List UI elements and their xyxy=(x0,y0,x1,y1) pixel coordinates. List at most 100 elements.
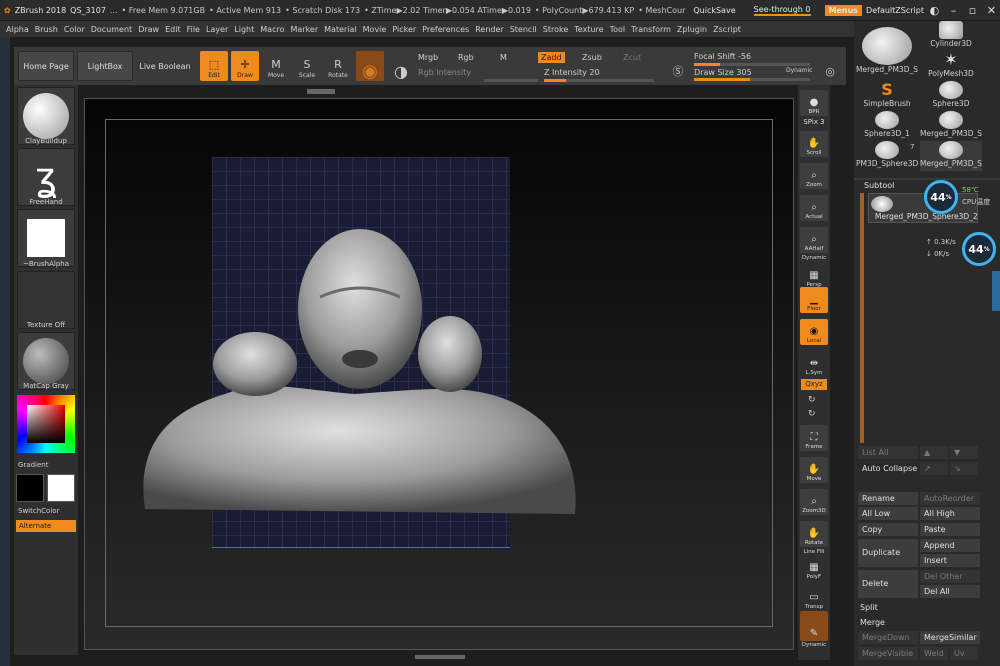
list-all-button[interactable]: List All xyxy=(858,446,918,459)
rotate-button[interactable]: R Rotate xyxy=(324,51,352,81)
maximize-icon[interactable]: ▫ xyxy=(964,1,981,19)
del-all-button[interactable]: Del All xyxy=(920,585,980,598)
tool-thumb-cylinder3d[interactable]: Cylinder3D xyxy=(920,21,982,51)
mergevisible-button[interactable]: MergeVisible xyxy=(858,647,918,660)
scroll-button[interactable]: ✋ Scroll xyxy=(800,131,828,157)
alpha-picker[interactable] xyxy=(17,209,75,267)
zsub-toggle[interactable]: Zsub xyxy=(582,53,602,62)
local-button[interactable]: ◉ Local xyxy=(800,319,828,345)
cpu-gauge-secondary[interactable]: 44% xyxy=(962,232,996,266)
lightbox-button[interactable]: LightBox xyxy=(77,51,133,81)
quicksave-button[interactable]: QuickSave xyxy=(693,6,735,15)
rotate-view-button[interactable]: ✋ Rotate xyxy=(800,521,828,547)
transp-button[interactable]: ▭ Transp xyxy=(800,585,828,611)
menu-tool[interactable]: Tool xyxy=(610,25,626,34)
draw-button[interactable]: ✛ Draw xyxy=(231,51,259,81)
zadd-toggle[interactable]: Zadd xyxy=(538,52,565,63)
menu-zscript[interactable]: Zscript xyxy=(713,25,741,34)
tool-thumb-polymesh3d[interactable]: ✶ PolyMesh3D xyxy=(920,51,982,81)
persp-button[interactable]: ▦ Persp xyxy=(800,263,828,289)
xyz-button[interactable]: Qxyz xyxy=(801,379,827,390)
move-view-button[interactable]: ✋ Move xyxy=(800,457,828,483)
lazy-mouse-button[interactable]: ◎ xyxy=(816,51,844,81)
menu-alpha[interactable]: Alpha xyxy=(6,25,29,34)
delete-button[interactable]: Delete xyxy=(858,570,918,598)
menu-zplugin[interactable]: Zplugin xyxy=(677,25,707,34)
sculpt-bust[interactable] xyxy=(135,219,585,539)
menu-file[interactable]: File xyxy=(187,25,200,34)
rotate-y-icon[interactable]: ↻ xyxy=(808,395,816,405)
move-down-button[interactable]: ▼ xyxy=(950,446,978,459)
spix-slider[interactable]: SPix 3 xyxy=(800,118,828,126)
menu-edit[interactable]: Edit xyxy=(165,25,181,34)
tool-thumb-merged-2[interactable]: Merged_PM3D_S xyxy=(920,111,982,141)
scale-button[interactable]: S Scale xyxy=(293,51,321,81)
secondary-color[interactable] xyxy=(16,474,44,502)
menu-draw[interactable]: Draw xyxy=(138,25,159,34)
menu-render[interactable]: Render xyxy=(475,25,503,34)
append-button[interactable]: Append xyxy=(920,539,980,552)
document-canvas[interactable] xyxy=(84,89,794,659)
switchcolor-button[interactable]: SwitchColor xyxy=(18,507,82,515)
merge-section[interactable]: Merge xyxy=(860,618,885,627)
menu-document[interactable]: Document xyxy=(91,25,132,34)
all-low-button[interactable]: All Low xyxy=(858,507,918,520)
paste-button[interactable]: Paste xyxy=(920,523,980,536)
gradient-toggle[interactable]: Gradient xyxy=(18,461,82,469)
move-button[interactable]: M Move xyxy=(262,51,290,81)
tool-thumb-simplebrush[interactable]: S SimpleBrush xyxy=(856,81,918,111)
uv-button[interactable]: Uv xyxy=(950,647,978,660)
arrow-up-icon[interactable]: ↗ xyxy=(920,462,948,475)
tool-thumb-pm3d-sphere3d[interactable]: PM3D_Sphere3D xyxy=(856,141,918,171)
aahalf-button[interactable]: ⌕ AAHalf xyxy=(800,227,828,253)
focal-shift-slider[interactable]: Focal Shift -56 xyxy=(694,52,751,61)
primary-color[interactable] xyxy=(47,474,75,502)
menu-brush[interactable]: Brush xyxy=(35,25,58,34)
see-through-slider[interactable]: See-through 0 xyxy=(753,5,811,16)
lsym-button[interactable]: ⇹ L.Sym xyxy=(800,351,828,377)
menus-button[interactable]: Menus xyxy=(824,4,863,16)
rename-button[interactable]: Rename xyxy=(858,492,918,505)
default-zscript-button[interactable]: DefaultZScript xyxy=(866,6,924,15)
sculptris-pro-button[interactable]: Ⓢ xyxy=(664,51,692,81)
rotate-z-icon[interactable]: ↻ xyxy=(808,409,816,419)
side-widget-tab[interactable] xyxy=(992,271,1000,311)
tool-thumb-merged-3[interactable]: Merged_PM3D_S xyxy=(920,141,982,171)
menu-material[interactable]: Material xyxy=(324,25,357,34)
del-other-button[interactable]: Del Other xyxy=(920,570,980,583)
actual-button[interactable]: ⌕ Actual xyxy=(800,195,828,221)
menu-layer[interactable]: Layer xyxy=(206,25,228,34)
color-swatch-button[interactable]: ◑ xyxy=(387,51,415,81)
menu-marker[interactable]: Marker xyxy=(290,25,318,34)
menu-macro[interactable]: Macro xyxy=(260,25,284,34)
autoreorder-button[interactable]: AutoReorder xyxy=(920,492,980,505)
tool-thumb-sphere3d[interactable]: Sphere3D xyxy=(920,81,982,111)
menu-transform[interactable]: Transform xyxy=(631,25,671,34)
subtool-scrollbar[interactable] xyxy=(860,193,864,443)
canvas-scroll-handle[interactable] xyxy=(307,89,335,94)
focal-shift-track[interactable] xyxy=(694,63,810,66)
cpu-gauge[interactable]: 44% xyxy=(924,180,958,214)
close-icon[interactable]: ✕ xyxy=(983,1,1000,19)
menu-preferences[interactable]: Preferences xyxy=(422,25,469,34)
home-page-button[interactable]: Home Page xyxy=(18,51,74,81)
bpr-button[interactable]: ● BPR xyxy=(800,90,828,116)
zoom3d-button[interactable]: ⌕ Zoom3D xyxy=(800,489,828,515)
menu-color[interactable]: Color xyxy=(64,25,85,34)
floor-button[interactable]: ▁ Floor xyxy=(800,287,828,313)
minimize-icon[interactable]: – xyxy=(945,1,962,19)
mergesimilar-button[interactable]: MergeSimilar xyxy=(920,631,980,644)
insert-button[interactable]: Insert xyxy=(920,554,980,567)
menu-movie[interactable]: Movie xyxy=(363,25,387,34)
edit-button[interactable]: ⬚ Edit xyxy=(200,51,228,81)
dynamic-toggle[interactable]: Dynamic xyxy=(786,67,812,74)
menu-picker[interactable]: Picker xyxy=(392,25,416,34)
draw-size-track[interactable] xyxy=(694,78,810,81)
tool-thumb-sphere3d-1[interactable]: Sphere3D_1 xyxy=(856,111,918,141)
zcut-toggle[interactable]: Zcut xyxy=(623,53,641,62)
menu-stencil[interactable]: Stencil xyxy=(510,25,537,34)
copy-button[interactable]: Copy xyxy=(858,523,918,536)
m-toggle[interactable]: M xyxy=(500,53,507,62)
frame-button[interactable]: ⛶ Frame xyxy=(800,425,828,451)
weld-button[interactable]: Weld xyxy=(920,647,948,660)
